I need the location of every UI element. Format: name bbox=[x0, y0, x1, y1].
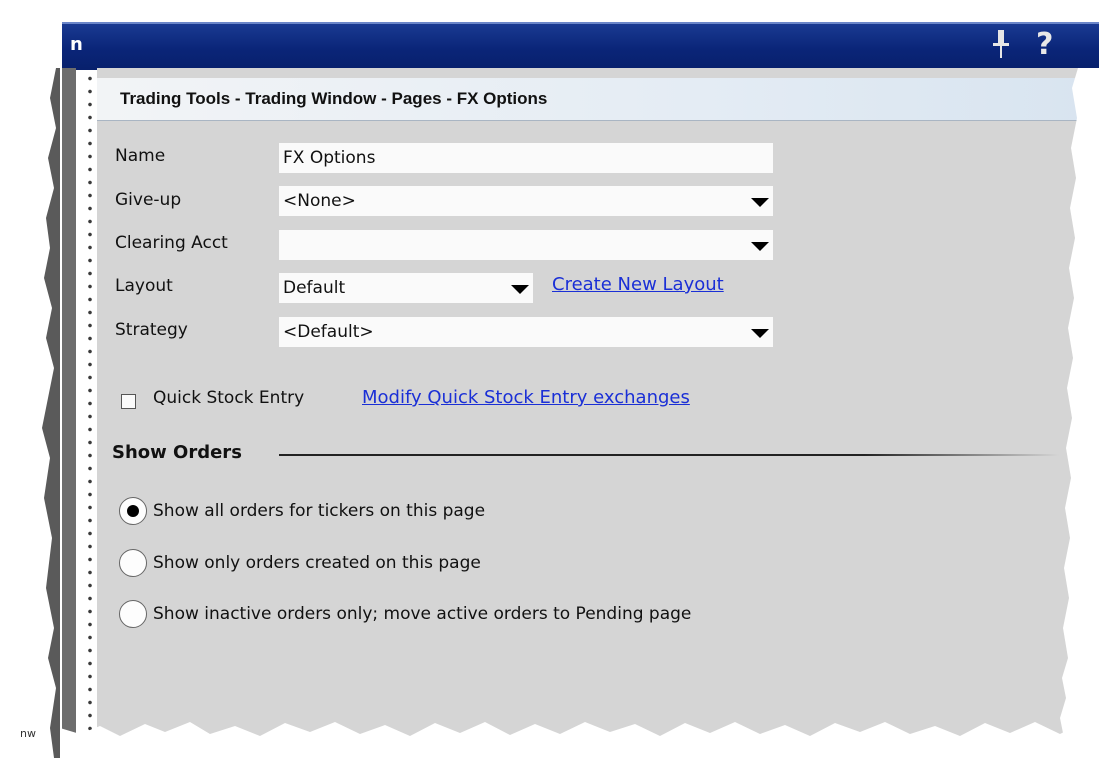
radio-selected-dot bbox=[127, 505, 139, 517]
giveup-value: <None> bbox=[283, 191, 356, 211]
layout-select[interactable]: Default bbox=[279, 273, 533, 303]
strategy-label: Strategy bbox=[115, 320, 188, 340]
window-title: n bbox=[70, 34, 83, 55]
radio-label-show-only: Show only orders created on this page bbox=[153, 553, 481, 573]
configuration-panel: Trading Tools - Trading Window - Pages -… bbox=[97, 68, 1099, 758]
chevron-down-icon[interactable] bbox=[751, 198, 769, 207]
radio-show-all-orders[interactable] bbox=[119, 497, 147, 525]
pin-icon[interactable] bbox=[990, 28, 1012, 62]
background-window-text: nw bbox=[20, 727, 36, 740]
giveup-label: Give-up bbox=[115, 190, 182, 210]
radio-show-only-page-orders[interactable] bbox=[119, 549, 147, 577]
giveup-select[interactable]: <None> bbox=[279, 186, 773, 216]
help-icon[interactable]: ? bbox=[1036, 28, 1053, 62]
modify-quick-stock-link[interactable]: Modify Quick Stock Entry exchanges bbox=[362, 387, 690, 408]
quick-stock-entry-label: Quick Stock Entry bbox=[153, 388, 305, 408]
breadcrumb: Trading Tools - Trading Window - Pages -… bbox=[97, 78, 1099, 121]
chevron-down-icon[interactable] bbox=[751, 329, 769, 338]
clearing-acct-label: Clearing Acct bbox=[115, 233, 228, 253]
radio-label-show-all: Show all orders for tickers on this page bbox=[153, 501, 486, 521]
name-label: Name bbox=[115, 146, 166, 166]
dotted-divider bbox=[87, 72, 93, 762]
layout-value: Default bbox=[283, 278, 346, 298]
background-window-edge bbox=[42, 68, 60, 758]
chevron-down-icon[interactable] bbox=[751, 242, 769, 251]
clearing-acct-select[interactable] bbox=[279, 230, 773, 260]
name-value: FX Options bbox=[283, 148, 376, 168]
strategy-value: <Default> bbox=[283, 322, 374, 342]
torn-edge-bottom bbox=[60, 722, 1099, 763]
show-orders-heading: Show Orders bbox=[112, 442, 242, 463]
create-new-layout-link[interactable]: Create New Layout bbox=[552, 274, 724, 295]
name-field[interactable]: FX Options bbox=[279, 143, 773, 173]
torn-edge-right bbox=[1060, 68, 1099, 763]
section-divider bbox=[279, 454, 1059, 456]
panel-left-border bbox=[62, 68, 76, 758]
window-titlebar[interactable]: n ? x bbox=[62, 22, 1099, 70]
radio-label-show-inactive: Show inactive orders only; move active o… bbox=[153, 604, 692, 624]
chevron-down-icon[interactable] bbox=[511, 285, 529, 294]
layout-label: Layout bbox=[115, 276, 173, 296]
quick-stock-entry-checkbox[interactable] bbox=[121, 394, 136, 409]
strategy-select[interactable]: <Default> bbox=[279, 317, 773, 347]
radio-show-inactive-orders[interactable] bbox=[119, 600, 147, 628]
breadcrumb-text: Trading Tools - Trading Window - Pages -… bbox=[120, 89, 548, 108]
